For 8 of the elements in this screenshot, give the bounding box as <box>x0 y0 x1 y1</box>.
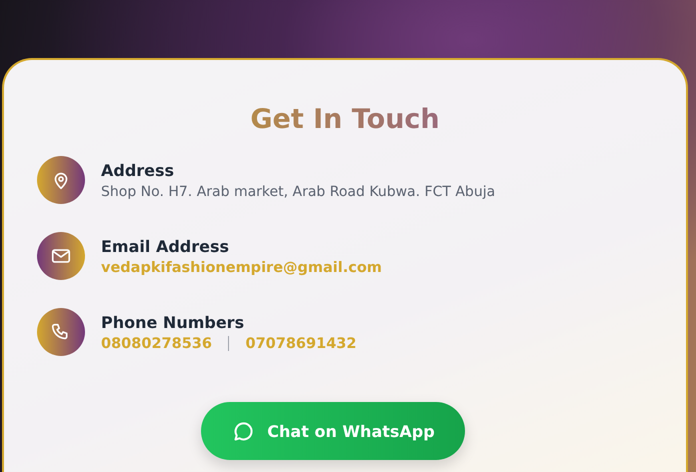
phone-link[interactable]: 08080278536 <box>101 336 212 352</box>
contact-label: Address <box>101 160 176 180</box>
phone-link[interactable]: 07078691432 <box>245 336 356 352</box>
contact-label: Email Address <box>101 236 230 256</box>
contact-label: Phone Numbers <box>101 312 246 332</box>
address-text: Shop No. H7. Arab market, Arab Road Kubwa. FCT Abuja <box>101 184 496 200</box>
email-link[interactable]: vedapkifashionempire@gmail.com <box>101 260 382 276</box>
whatsapp-button[interactable]: Chat on WhatsApp <box>201 402 465 460</box>
